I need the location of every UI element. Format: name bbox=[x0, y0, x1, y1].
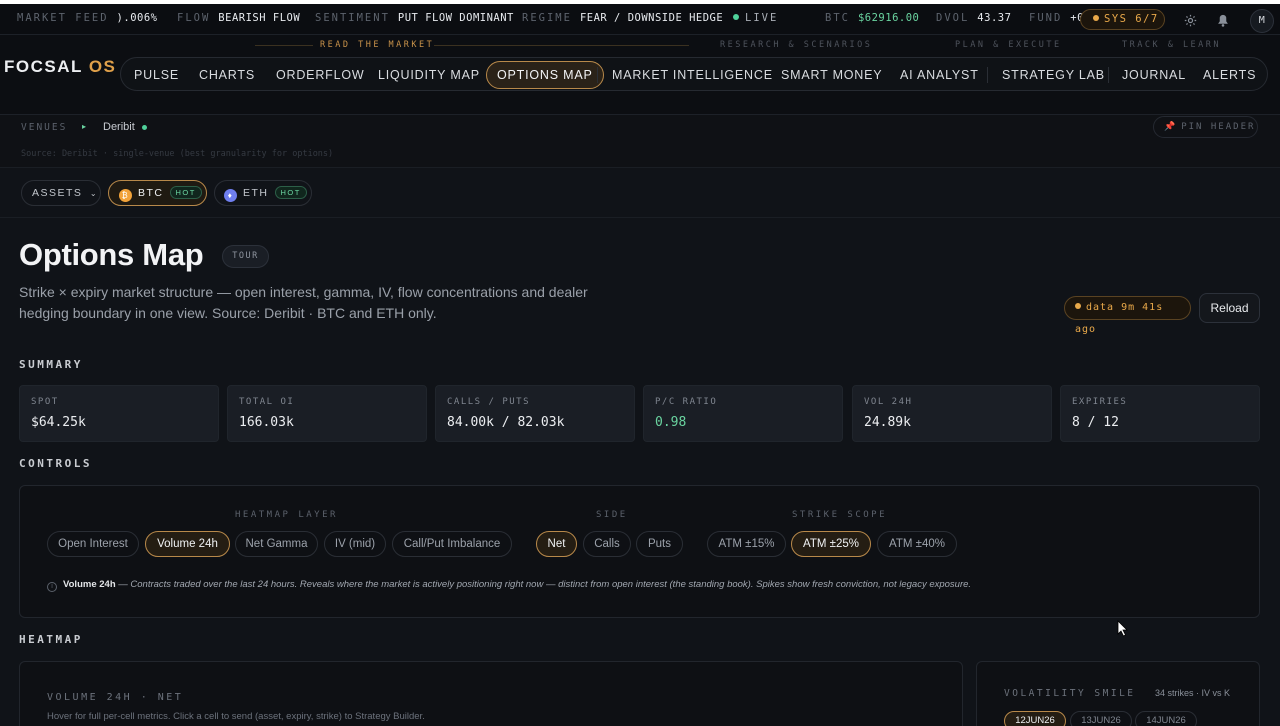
bitcoin-icon: ₿ bbox=[119, 189, 132, 202]
live-indicator: LIVE bbox=[733, 12, 778, 24]
smile-title: VOLATILITY SMILE bbox=[1004, 688, 1136, 699]
heatmap-panel-title: VOLUME 24H · NET bbox=[47, 692, 184, 703]
layer-call-put-imbalance[interactable]: Call/Put Imbalance bbox=[392, 531, 512, 557]
heatmap-panel: VOLUME 24H · NET Hover for full per-cell… bbox=[19, 661, 963, 726]
expiry-chip[interactable]: 12JUN26 bbox=[1004, 711, 1066, 726]
page-title: Options Map bbox=[19, 237, 204, 272]
nav-group-plan: PLAN & EXECUTE bbox=[955, 40, 1062, 50]
main-nav: PULSE CHARTS ORDERFLOW LIQUIDITY MAP OPT… bbox=[120, 57, 1268, 91]
nav-pulse[interactable]: PULSE bbox=[134, 64, 179, 86]
layer-net-gamma[interactable]: Net Gamma bbox=[235, 531, 318, 557]
info-icon: i bbox=[47, 582, 57, 592]
strike-scope-label: STRIKE SCOPE bbox=[792, 510, 888, 520]
layer-description: i Volume 24h — Contracts traded over the … bbox=[47, 579, 971, 592]
summary-card-expiries: EXPIRIES 8 / 12 bbox=[1060, 385, 1260, 442]
group-divider bbox=[434, 45, 689, 46]
scope-atm-25[interactable]: ATM ±25% bbox=[791, 531, 871, 557]
nav-separator bbox=[597, 67, 598, 83]
side-calls[interactable]: Calls bbox=[583, 531, 631, 557]
heatmap-panel-hint: Hover for full per-cell metrics. Click a… bbox=[47, 711, 425, 722]
summary-heading: SUMMARY bbox=[19, 358, 83, 371]
avatar[interactable]: M bbox=[1250, 9, 1274, 33]
smile-meta: 34 strikes · IV vs K bbox=[1155, 688, 1231, 698]
ticker-sentiment: SENTIMENT PUT FLOW DOMINANT bbox=[315, 12, 514, 24]
chevron-down-icon: ⌄ bbox=[89, 189, 99, 198]
ticker-fund: FUND +0 bbox=[1029, 12, 1084, 24]
group-divider bbox=[255, 45, 313, 46]
nav-group-track: TRACK & LEARN bbox=[1122, 40, 1222, 50]
data-age-badge: data 9m 41s ago bbox=[1064, 296, 1191, 335]
nav-strategy-lab[interactable]: STRATEGY LAB bbox=[1002, 64, 1105, 86]
asset-selector: ASSETS ⌄ ₿ BTC HOT ♦ ETH HOT bbox=[0, 168, 1280, 218]
side-net[interactable]: Net bbox=[536, 531, 577, 557]
volatility-smile-panel: VOLATILITY SMILE 34 strikes · IV vs K 12… bbox=[976, 661, 1260, 726]
nav-charts[interactable]: CHARTS bbox=[199, 64, 255, 86]
bell-icon[interactable] bbox=[1212, 9, 1234, 31]
heatmap-heading: HEATMAP bbox=[19, 633, 83, 646]
nav-separator bbox=[987, 67, 988, 83]
assets-dropdown[interactable]: ASSETS ⌄ bbox=[21, 180, 101, 206]
summary-card-vol-24h: VOL 24H 24.89k bbox=[852, 385, 1052, 442]
system-status-button[interactable]: SYS 6/7 bbox=[1080, 9, 1165, 30]
heatmap-layer-label: HEATMAP LAYER bbox=[235, 510, 338, 520]
scope-atm-15[interactable]: ATM ±15% bbox=[707, 531, 786, 557]
ticker-btc: BTC $62916.00 bbox=[825, 12, 920, 24]
tour-button[interactable]: TOUR bbox=[222, 245, 269, 268]
pin-icon: 📌 bbox=[1164, 122, 1178, 132]
controls-panel: HEATMAP LAYER Open Interest Volume 24h N… bbox=[19, 485, 1260, 618]
nav-ai-analyst[interactable]: AI ANALYST bbox=[900, 64, 979, 86]
ethereum-icon: ♦ bbox=[224, 189, 237, 202]
layer-open-interest[interactable]: Open Interest bbox=[47, 531, 139, 557]
app-logo[interactable]: FOCSAL OS bbox=[4, 57, 116, 77]
mouse-cursor-icon bbox=[1117, 620, 1128, 642]
summary-card-calls-puts: CALLS / PUTS 84.00k / 82.03k bbox=[435, 385, 635, 442]
pin-header-button[interactable]: 📌 PIN HEADER bbox=[1153, 116, 1258, 138]
reload-button[interactable]: Reload bbox=[1199, 293, 1260, 323]
venues-label: VENUES bbox=[21, 122, 68, 133]
summary-card-spot: SPOT $64.25k bbox=[19, 385, 219, 442]
asset-eth[interactable]: ♦ ETH HOT bbox=[214, 180, 312, 206]
venue-name[interactable]: Deribit bbox=[103, 121, 135, 133]
nav-journal[interactable]: JOURNAL bbox=[1122, 64, 1186, 86]
venue-bar: VENUES ▸ Deribit Source: Deribit · singl… bbox=[0, 115, 1280, 168]
page-subtitle: Strike × expiry market structure — open … bbox=[19, 284, 588, 321]
expiry-chip[interactable]: 14JUN26 bbox=[1135, 711, 1197, 726]
play-arrow-icon: ▸ bbox=[82, 122, 87, 131]
side-label: SIDE bbox=[596, 510, 628, 520]
app-header: FOCSAL OS READ THE MARKET RESEARCH & SCE… bbox=[0, 35, 1280, 115]
controls-heading: CONTROLS bbox=[19, 457, 92, 470]
nav-orderflow[interactable]: ORDERFLOW bbox=[276, 64, 364, 86]
nav-options-map[interactable]: OPTIONS MAP bbox=[486, 61, 604, 89]
layer-volume-24h[interactable]: Volume 24h bbox=[145, 531, 230, 557]
hot-badge: HOT bbox=[274, 186, 307, 199]
venue-source-note: Source: Deribit · single-venue (best gra… bbox=[21, 149, 334, 159]
layer-iv-mid[interactable]: IV (mid) bbox=[324, 531, 386, 557]
venue-status-dot-icon bbox=[142, 125, 147, 130]
ticker-dvol: DVOL 43.37 bbox=[936, 12, 1012, 24]
scope-atm-40[interactable]: ATM ±40% bbox=[877, 531, 957, 557]
ticker-flow: FLOW BEARISH FLOW bbox=[177, 12, 301, 24]
side-puts[interactable]: Puts bbox=[636, 531, 683, 557]
nav-smart-money[interactable]: SMART MONEY bbox=[781, 64, 882, 86]
summary-card-total-oi: TOTAL OI 166.03k bbox=[227, 385, 427, 442]
nav-liquidity-map[interactable]: LIQUIDITY MAP bbox=[378, 64, 480, 86]
ticker-regime: REGIME FEAR / DOWNSIDE HEDGE bbox=[522, 12, 724, 24]
nav-separator bbox=[1108, 67, 1109, 83]
market-ticker: MARKET FEED).006% FLOW BEARISH FLOW SENTI… bbox=[0, 0, 1280, 35]
summary-card-pc-ratio: P/C RATIO 0.98 bbox=[643, 385, 843, 442]
nav-group-read: READ THE MARKET bbox=[320, 40, 435, 50]
nav-group-research: RESEARCH & SCENARIOS bbox=[720, 40, 873, 50]
status-dot-icon bbox=[1075, 303, 1081, 309]
nav-alerts[interactable]: ALERTS bbox=[1203, 64, 1256, 86]
asset-btc[interactable]: ₿ BTC HOT bbox=[108, 180, 207, 206]
status-dot-icon bbox=[1093, 15, 1099, 21]
live-dot-icon bbox=[733, 14, 739, 20]
nav-market-intelligence[interactable]: MARKET INTELLIGENCE bbox=[612, 64, 773, 86]
expiry-chip[interactable]: 13JUN26 bbox=[1070, 711, 1132, 726]
ticker-market-feed: MARKET FEED).006% bbox=[17, 12, 158, 24]
hot-badge: HOT bbox=[169, 186, 202, 199]
gear-icon[interactable] bbox=[1179, 9, 1201, 31]
